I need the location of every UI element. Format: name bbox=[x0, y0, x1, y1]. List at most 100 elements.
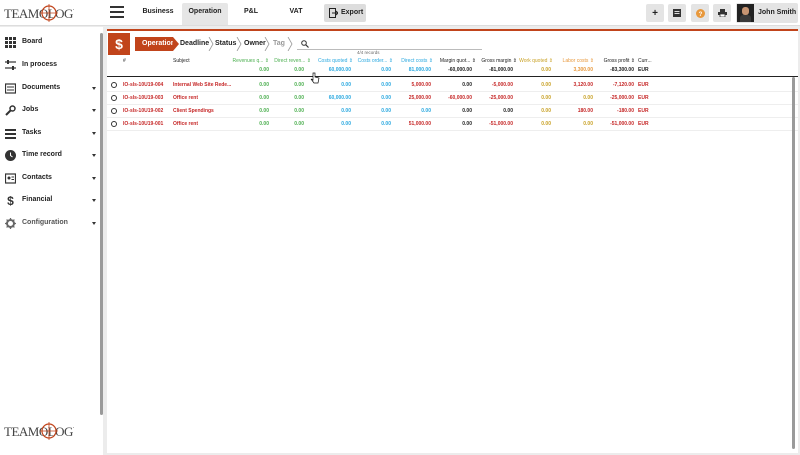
svg-text:TEAMOLOGY: TEAMOLOGY bbox=[4, 424, 74, 439]
cell-gross-profit: -180.00 bbox=[617, 108, 634, 114]
avatar bbox=[737, 4, 754, 22]
col-header-revenues-quoted[interactable]: Revenues q... ⇕ bbox=[223, 58, 269, 64]
cell-revenues-quoted: 0.00 bbox=[259, 121, 269, 127]
total-direct-costs: 81,000.00 bbox=[408, 67, 431, 73]
user-menu[interactable]: John Smith bbox=[736, 3, 798, 23]
sidebar-item-contacts[interactable]: Contacts bbox=[0, 169, 100, 187]
row-select-radio[interactable] bbox=[111, 121, 117, 127]
cell-gross-margin: -51,000.00 bbox=[489, 121, 513, 127]
cell-direct-revenues: 0.00 bbox=[294, 95, 304, 101]
cell-costs-ordered: 0.00 bbox=[381, 82, 391, 88]
sidebar-item-financial[interactable]: $ Financial bbox=[0, 191, 100, 209]
notes-button[interactable] bbox=[668, 4, 686, 22]
export-icon bbox=[329, 8, 338, 18]
search-input[interactable] bbox=[297, 49, 482, 50]
col-header-labor-costs[interactable]: Labor costs ⇕ bbox=[554, 58, 594, 64]
tab-pl[interactable]: P&L bbox=[238, 3, 264, 25]
sidebar-item-label: Jobs bbox=[22, 106, 39, 113]
row-select-radio[interactable] bbox=[111, 82, 117, 88]
row-select-radio[interactable] bbox=[111, 108, 117, 114]
cell-costs-quoted: 0.00 bbox=[341, 121, 351, 127]
col-header-num[interactable]: # bbox=[123, 58, 126, 64]
table-row[interactable]: IO-sls-10U19-003 Office rent 0.00 0.00 60,00… bbox=[107, 92, 798, 105]
main-scrollbar[interactable] bbox=[792, 77, 795, 449]
printer-icon bbox=[717, 9, 727, 17]
crumb-deadline[interactable]: Deadline bbox=[180, 37, 209, 51]
sidebar-item-in-process[interactable]: In process bbox=[0, 56, 100, 74]
record-count: 4/4 records bbox=[357, 50, 380, 55]
sidebar-item-documents[interactable]: Documents bbox=[0, 79, 100, 97]
sidebar-item-board[interactable]: Board bbox=[0, 33, 100, 51]
cell-id[interactable]: IO-sls-10U19-002 bbox=[123, 108, 173, 114]
sidebar-item-jobs[interactable]: Jobs bbox=[0, 101, 100, 119]
cell-margin-quoted: 0.00 bbox=[462, 82, 472, 88]
cell-work-quoted: 0.00 bbox=[541, 82, 551, 88]
clock-icon bbox=[5, 150, 16, 161]
export-button[interactable]: Export bbox=[324, 4, 366, 22]
col-header-direct-revenues[interactable]: Direct reven... ⇕ bbox=[269, 58, 311, 64]
cell-id[interactable]: IO-sls-10U19-003 bbox=[123, 95, 173, 101]
crumb-owner[interactable]: Owner bbox=[244, 37, 266, 51]
sidebar-item-label: Contacts bbox=[22, 174, 52, 181]
total-labor-costs: 3,300.00 bbox=[573, 67, 593, 73]
col-header-costs-ordered[interactable]: Costs order... ⇕ bbox=[353, 58, 393, 64]
search-icon[interactable] bbox=[301, 40, 309, 48]
col-header-direct-costs[interactable]: Direct costs ⇕ bbox=[393, 58, 433, 64]
menu-toggle-button[interactable] bbox=[110, 6, 124, 18]
top-bar: TEAMOLOGY Business Operation P&L VAT Exp… bbox=[0, 0, 800, 26]
cell-labor-costs: 3,120.00 bbox=[573, 82, 593, 88]
cell-labor-costs: 180.00 bbox=[577, 108, 593, 114]
sidebar-item-tasks[interactable]: Tasks bbox=[0, 124, 100, 142]
svg-text:$: $ bbox=[7, 195, 14, 206]
col-header-gross-margin[interactable]: Gross margin ⇕ bbox=[475, 58, 517, 64]
crumb-operation[interactable]: Operation bbox=[135, 37, 179, 51]
col-header-subject[interactable]: Subject bbox=[173, 58, 190, 64]
cell-id[interactable]: IO-sls-10U19-004 bbox=[123, 82, 173, 88]
sidebar-item-time-record[interactable]: Time record bbox=[0, 146, 100, 164]
cell-id[interactable]: IO-sls-10U19-001 bbox=[123, 121, 173, 127]
table-header: # Subject Revenues q... ⇕ Direct reven..… bbox=[107, 57, 798, 77]
tab-vat[interactable]: VAT bbox=[284, 3, 308, 25]
crumb-tag[interactable]: Tag bbox=[273, 37, 285, 51]
table-row[interactable]: IO-sls-10U19-001 Office rent 0.00 0.00 0.00 0… bbox=[107, 118, 798, 131]
cell-work-quoted: 0.00 bbox=[541, 95, 551, 101]
plus-icon: + bbox=[652, 7, 658, 19]
cell-currency: EUR bbox=[638, 108, 649, 114]
sidebar-item-label: Documents bbox=[22, 84, 61, 91]
row-select-radio[interactable] bbox=[111, 95, 117, 101]
main-panel: $ Operation Deadline Status Owner Tag 4/… bbox=[107, 29, 798, 453]
cell-costs-ordered: 0.00 bbox=[381, 108, 391, 114]
total-revenues-quoted: 0.00 bbox=[259, 67, 269, 73]
list-icon bbox=[5, 129, 16, 139]
sidebar-scrollbar[interactable] bbox=[100, 33, 103, 415]
cell-gross-profit: -25,000.00 bbox=[610, 95, 634, 101]
col-header-costs-quoted[interactable]: Costs quoted ⇕ bbox=[313, 58, 353, 64]
tab-business[interactable]: Business bbox=[138, 3, 178, 25]
contact-card-icon bbox=[5, 173, 16, 184]
cell-costs-ordered: 0.00 bbox=[381, 121, 391, 127]
chevron-right-icon bbox=[264, 37, 270, 51]
total-gross-profit: -83,300.00 bbox=[610, 67, 634, 73]
total-direct-revenues: 0.00 bbox=[294, 67, 304, 73]
cell-margin-quoted: -60,000.00 bbox=[448, 95, 472, 101]
print-button[interactable] bbox=[713, 4, 731, 22]
export-label: Export bbox=[341, 9, 364, 16]
col-header-gross-profit[interactable]: Gross profit ⇕ bbox=[593, 58, 635, 64]
chevron-down-icon bbox=[92, 199, 96, 202]
add-button[interactable]: + bbox=[646, 4, 664, 22]
teamology-logo[interactable]: TEAMOLOGY bbox=[4, 3, 74, 23]
help-button[interactable]: ? bbox=[691, 4, 709, 22]
sidebar-item-configuration[interactable]: Configuration bbox=[0, 214, 100, 232]
col-header-margin-quoted[interactable]: Margin quot... ⇕ bbox=[433, 58, 476, 64]
table-row[interactable]: IO-sls-10U19-004 Internal Web Site Rede..… bbox=[107, 79, 798, 92]
cell-labor-costs: 0.00 bbox=[583, 121, 593, 127]
sidebar-item-label: Financial bbox=[22, 196, 53, 203]
notes-icon bbox=[673, 9, 681, 17]
cell-costs-ordered: 0.00 bbox=[381, 95, 391, 101]
crumb-status[interactable]: Status bbox=[215, 37, 236, 51]
col-header-currency[interactable]: Curr... bbox=[638, 58, 652, 64]
tab-operation[interactable]: Operation bbox=[182, 3, 228, 25]
cell-costs-quoted: 60,000.00 bbox=[328, 95, 351, 101]
table-row[interactable]: IO-sls-10U19-002 Client Spendings 0.00 0.00… bbox=[107, 105, 798, 118]
col-header-work-quoted[interactable]: Work quoted ⇕ bbox=[513, 58, 553, 64]
